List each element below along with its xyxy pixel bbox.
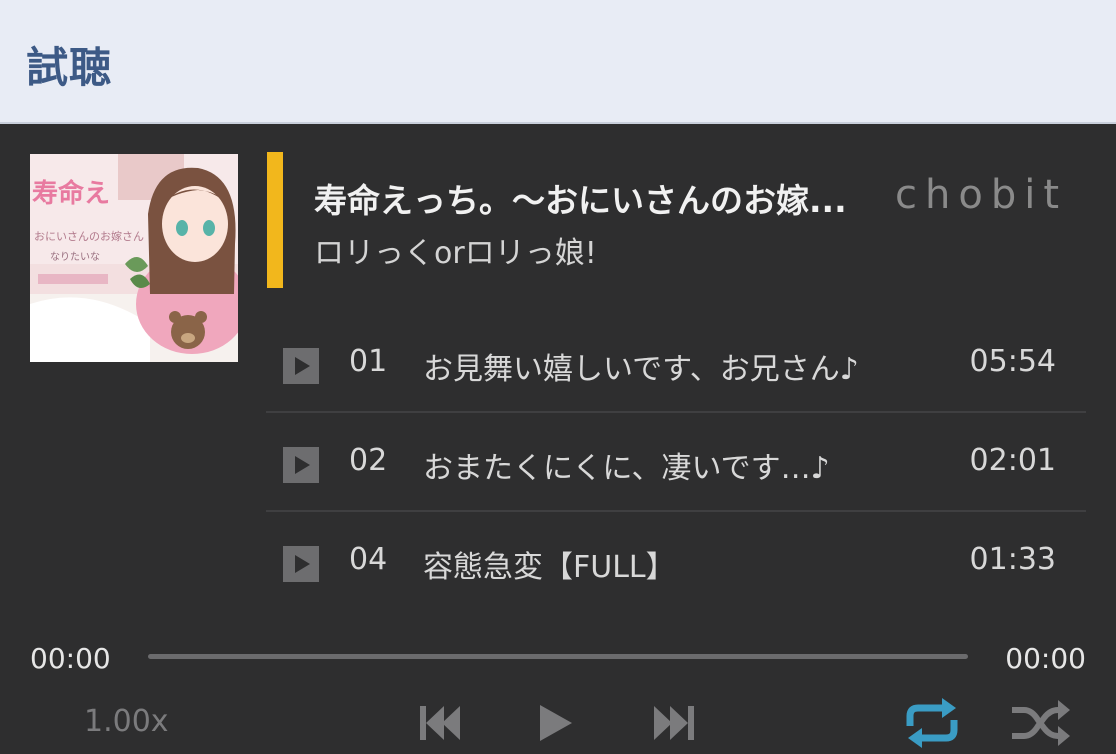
page-title: 試聴 xyxy=(26,43,113,92)
play-icon[interactable] xyxy=(538,702,574,748)
current-time: 00:00 xyxy=(30,642,111,675)
track-title: お見舞い嬉しいです、お兄さん♪ xyxy=(423,352,859,387)
track-title: おまたくにくに、凄いです…♪ xyxy=(423,451,830,486)
header: 試聴 xyxy=(0,0,1116,124)
audio-player: 寿命え おにいさんのお嫁さん なりたいな 寿命えっち。〜おにいさんのお嫁... … xyxy=(0,124,1116,754)
album-title: 寿命えっち。〜おにいさんのお嫁... xyxy=(314,181,847,220)
shuffle-icon[interactable] xyxy=(1010,698,1072,752)
track-row[interactable]: 04 容態急変【FULL】 01:33 xyxy=(266,512,1086,609)
album-accent-bar xyxy=(267,152,283,288)
track-play-icon[interactable] xyxy=(283,546,319,582)
track-list: 01 お見舞い嬉しいです、お兄さん♪ 05:54 02 おまたくにくに、凄いです… xyxy=(266,314,1086,609)
total-time: 00:00 xyxy=(1005,642,1086,675)
next-icon[interactable] xyxy=(652,702,696,748)
svg-text:おにいさんのお嫁さん: おにいさんのお嫁さん xyxy=(34,229,144,243)
track-row[interactable]: 01 お見舞い嬉しいです、お兄さん♪ 05:54 xyxy=(266,314,1086,413)
track-number: 04 xyxy=(349,542,388,577)
prev-icon[interactable] xyxy=(418,702,462,748)
track-play-icon[interactable] xyxy=(283,348,319,384)
track-row[interactable]: 02 おまたくにくに、凄いです…♪ 02:01 xyxy=(266,413,1086,512)
brand-logo: chobit xyxy=(895,172,1068,218)
track-duration: 01:33 xyxy=(969,542,1056,577)
svg-text:なりたいな: なりたいな xyxy=(50,251,100,263)
track-number: 02 xyxy=(349,443,388,478)
track-duration: 05:54 xyxy=(969,344,1056,379)
album-cover: 寿命え おにいさんのお嫁さん なりたいな xyxy=(30,154,238,362)
circle-name: ロリっくorロリっ娘! xyxy=(314,236,597,271)
track-duration: 02:01 xyxy=(969,443,1056,478)
seek-bar[interactable] xyxy=(148,654,968,659)
svg-text:寿命え: 寿命え xyxy=(32,178,110,209)
playback-speed-button[interactable]: 1.00x xyxy=(84,704,169,739)
track-number: 01 xyxy=(349,344,388,379)
track-title: 容態急変【FULL】 xyxy=(423,550,676,585)
track-play-icon[interactable] xyxy=(283,447,319,483)
repeat-icon[interactable] xyxy=(902,696,962,754)
